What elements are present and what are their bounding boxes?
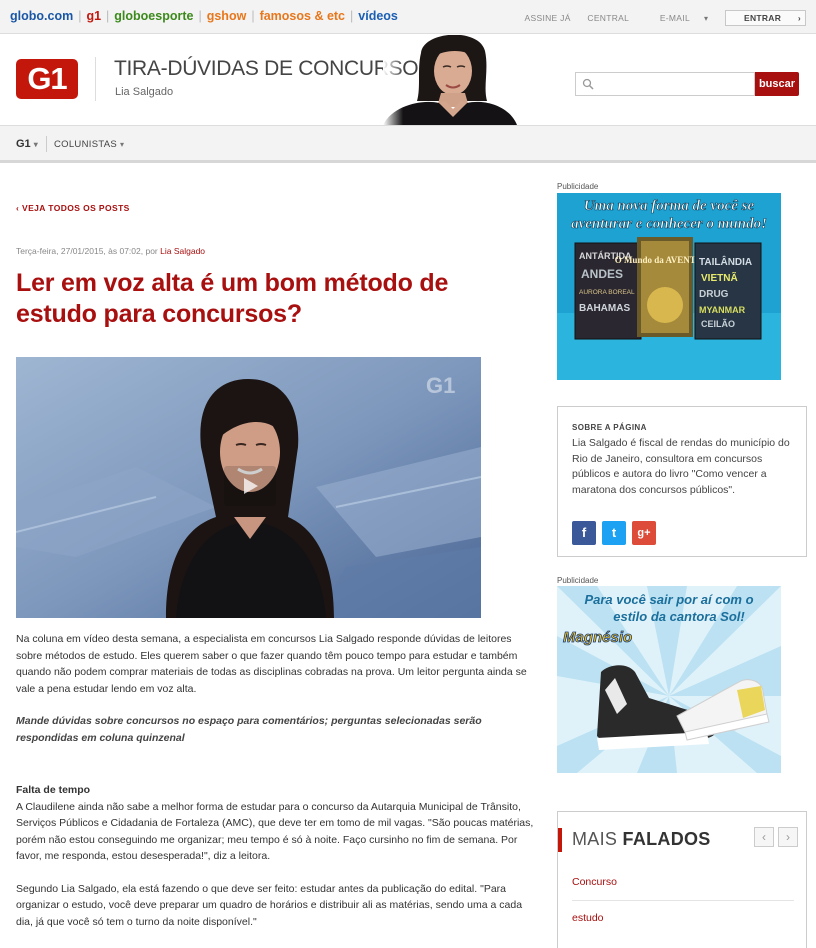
svg-text:MYANMAR: MYANMAR [699,305,746,315]
article-callout: Mande dúvidas sobre concursos no espaço … [16,715,482,744]
ad-banner-books[interactable]: Uma nova forma de você se aventurar e co… [557,193,781,380]
email-link[interactable]: E-MAIL ▾ [646,13,708,23]
chevron-right-icon: › [797,13,801,23]
account-links: ASSINE JÁ CENTRAL E-MAIL ▾ ENTRAR › [511,10,806,26]
nav-colunistas-menu[interactable]: COLUNISTAS ▾ [54,139,124,150]
post-author-link[interactable]: Lia Salgado [160,246,205,256]
ad-books-image: Uma nova forma de você se aventurar e co… [557,193,781,380]
chevron-down-icon: ▾ [33,140,38,149]
chevron-right-icon: › [786,830,790,844]
about-text: Lia Salgado é fiscal de rendas do municí… [572,437,790,496]
mais-falados-box: MAIS FALADOS ‹ › Concurso estudo [557,811,807,948]
author-photo [383,35,517,125]
link-gshow[interactable]: gshow [207,9,247,23]
ad2-brand: Magnésio [563,629,632,646]
link-videos[interactable]: vídeos [358,9,398,23]
prev-button[interactable]: ‹ [754,827,774,847]
google-plus-share-button[interactable]: g+ [632,521,656,545]
google-plus-icon: g+ [637,527,651,539]
chevron-left-icon: ‹ [16,203,20,213]
next-button[interactable]: › [778,827,798,847]
article-paragraph: Na coluna em vídeo desta semana, a espec… [16,633,527,695]
ad-sneakers-image: Para você sair por aí com o estilo da ca… [557,586,781,773]
section-nav: G1 ▾ COLUNISTAS ▾ [0,125,816,163]
link-globoesporte[interactable]: globoesporte [114,9,193,23]
svg-text:TAILÂNDIA: TAILÂNDIA [699,255,752,268]
post-meta: Terça-feira, 27/01/2015, às 07:02, por L… [16,246,206,256]
video-watermark: G1 [426,373,455,398]
g1-logo[interactable]: G1 [16,59,78,99]
back-to-posts-link[interactable]: ‹ VEJA TODOS OS POSTS [16,203,130,213]
svg-text:CEILÃO: CEILÃO [701,319,735,329]
nav-divider [46,136,47,152]
article-paragraph: Segundo Lia Salgado, ela está fazendo o … [16,882,523,928]
twitter-share-button[interactable]: t [602,521,626,545]
chevron-down-icon: ▾ [120,140,125,149]
mais-falados-item[interactable]: Concurso [572,876,617,888]
article-subtitle: Falta de tempo [16,784,91,796]
ad1-headline-1: Uma nova forma de você se [584,198,755,214]
central-link[interactable]: CENTRAL [587,13,629,23]
blog-header: G1 TIRA-DÚVIDAS DE CONCURSOS Lia Salgado… [0,35,816,125]
link-g1[interactable]: g1 [86,9,101,23]
facebook-icon: f [581,525,587,540]
svg-text:AURORA BOREAL: AURORA BOREAL [579,289,635,296]
search-button[interactable]: buscar [755,72,799,96]
svg-text:ANDES: ANDES [581,267,623,281]
svg-text:BAHAMAS: BAHAMAS [579,303,630,314]
globo-top-bar: globo.com | g1 | globoesporte | gshow | famosos … [0,0,816,34]
globo-network-links: globo.com | g1 | globoesporte | gshow | famosos … [10,9,398,23]
header-divider [95,57,96,101]
svg-text:VIETNÃ: VIETNÃ [701,271,738,284]
mais-falados-title: MAIS FALADOS [572,829,711,849]
search-box [575,72,755,96]
assine-ja-link[interactable]: ASSINE JÁ [525,13,571,23]
ad2-headline-1: Para você sair por aí com o [584,592,753,607]
ad2-headline-2: estilo da cantora Sol! [613,609,745,624]
blog-author: Lia Salgado [115,86,174,98]
search-icon [582,78,594,90]
ad-banner-sneakers[interactable]: Para você sair por aí com o estilo da ca… [557,586,781,773]
ad-label: Publicidade [557,182,599,191]
entrar-button[interactable]: ENTRAR › [724,10,806,26]
ad1-headline-2: aventurar e conhecer o mundo! [571,216,767,232]
about-page-box: SOBRE A PÁGINA Lia Salgado é fiscal de r… [557,406,807,557]
chevron-left-icon: ‹ [762,830,766,844]
mais-falados-accent [558,828,562,852]
play-icon[interactable] [224,466,276,506]
search-input[interactable] [598,75,748,93]
post-title: Ler em voz alta é um bom método de estud… [16,269,449,328]
article-paragraph: A Claudilene ainda não sabe a melhor for… [16,800,534,863]
facebook-share-button[interactable]: f [572,521,596,545]
divider [572,900,794,901]
svg-text:DRUG: DRUG [699,289,729,300]
nav-g1-menu[interactable]: G1 ▾ [16,138,38,150]
link-famosos[interactable]: famosos & etc [260,9,345,23]
chevron-down-icon: ▾ [703,14,709,23]
article-body: Na coluna em vídeo desta semana, a espec… [16,631,536,946]
about-heading: SOBRE A PÁGINA [572,423,647,432]
mais-falados-item[interactable]: estudo [572,912,604,924]
ad-label: Publicidade [557,576,599,585]
link-globo-com[interactable]: globo.com [10,9,73,23]
twitter-icon: t [611,525,617,540]
